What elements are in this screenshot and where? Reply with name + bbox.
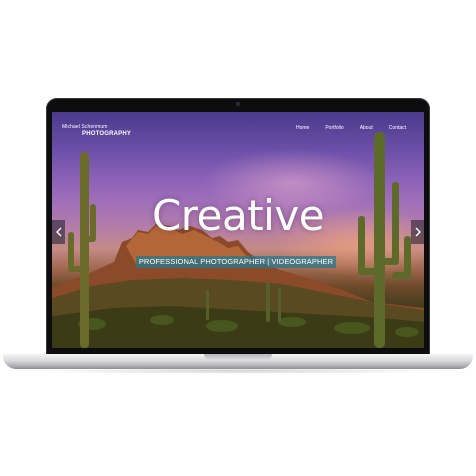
site-logo[interactable]: Michael Schenmum PHOTOGRAPHY [62, 124, 131, 137]
nav-contact-link[interactable]: Contact [389, 125, 406, 131]
nav-home-link[interactable]: Home [296, 125, 309, 131]
brand-name: Michael Schenmum [62, 124, 108, 130]
hero-title: Creative [151, 191, 325, 240]
laptop-base-notch [204, 354, 272, 360]
main-nav: Home Portfolio About Contact [296, 125, 406, 131]
camera-dot [236, 102, 240, 106]
brand-subtitle: PHOTOGRAPHY [82, 131, 132, 137]
hero-subtitle: PROFESSIONAL PHOTOGRAPHER | VIDEOGRAPHER [136, 256, 336, 268]
laptop-base [3, 354, 473, 369]
nav-portfolio-link[interactable]: Portfolio [325, 125, 343, 131]
nav-about-link[interactable]: About [360, 125, 373, 131]
website-screen: Michael Schenmum PHOTOGRAPHY Home Portfo… [52, 112, 424, 348]
